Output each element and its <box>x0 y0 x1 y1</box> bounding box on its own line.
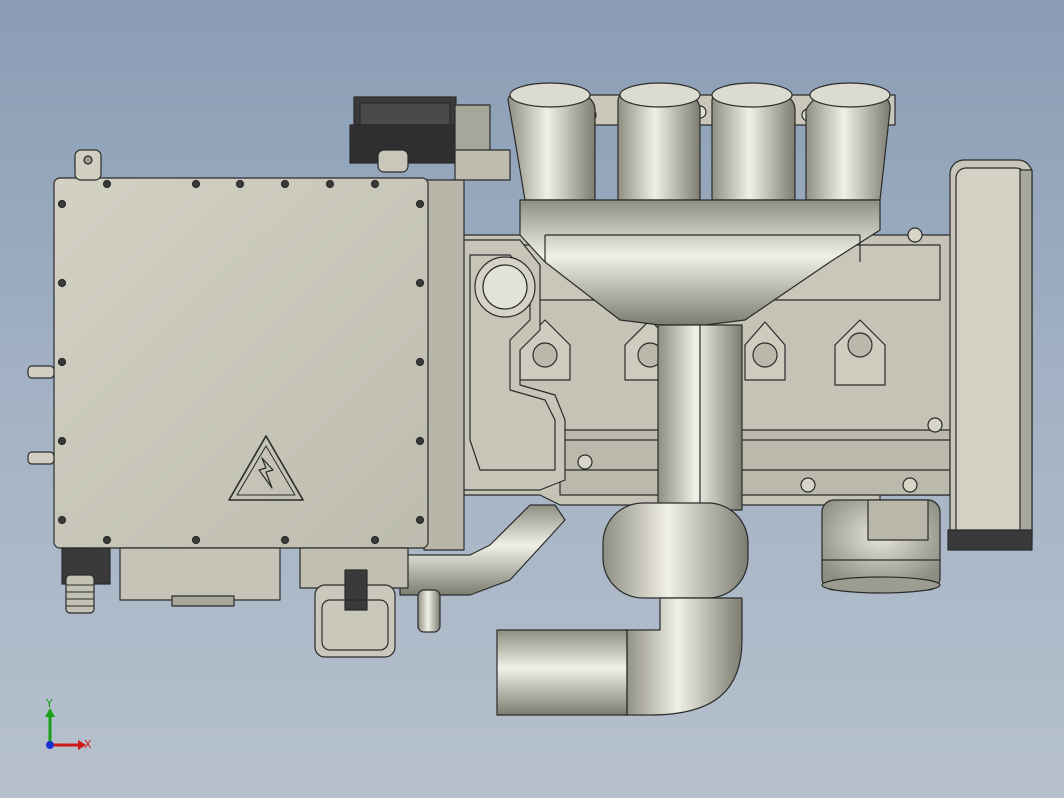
inverter-box <box>27 149 465 551</box>
ecu-module <box>349 96 511 181</box>
cad-viewport[interactable]: X Y <box>0 0 1064 798</box>
y-axis-label: Y <box>45 697 53 710</box>
z-axis-dot <box>46 741 54 749</box>
x-axis-label: X <box>84 738 92 751</box>
coordinate-triad: X Y <box>45 697 92 751</box>
side-housing <box>947 159 1033 551</box>
oil-filter <box>821 499 941 594</box>
lower-connectors <box>61 547 409 658</box>
engine-assembly-model <box>27 82 1033 716</box>
